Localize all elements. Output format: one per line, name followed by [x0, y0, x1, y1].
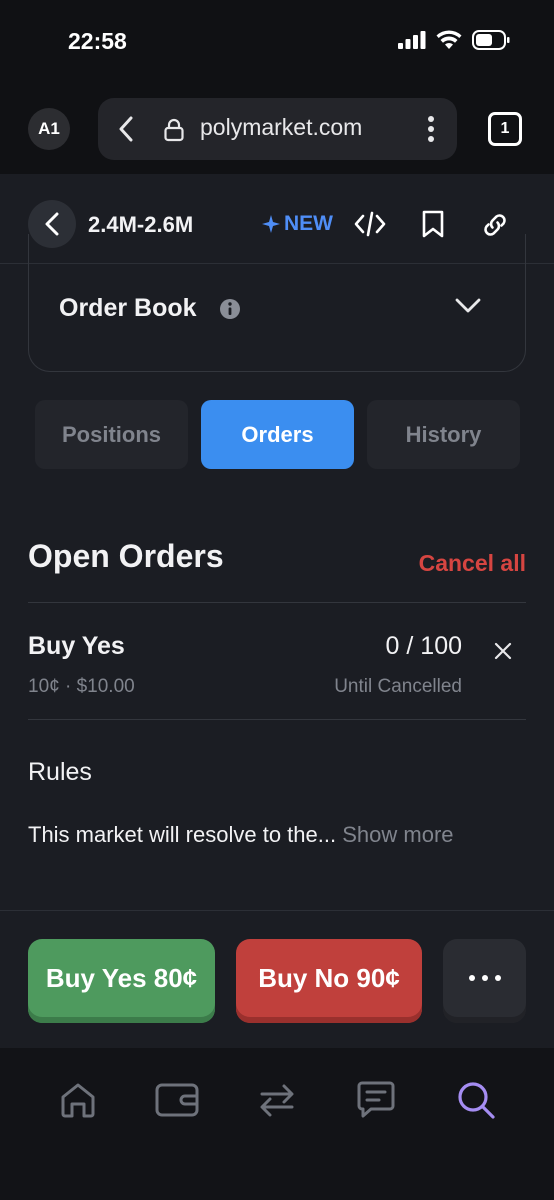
order-book-title: Order Book: [59, 294, 197, 322]
url-bar[interactable]: polymarket.com: [98, 98, 457, 160]
app-content: 2.4M-2.6M NEW Order Book Positions Order…: [0, 174, 554, 1048]
more-dot: [494, 975, 501, 981]
divider: [28, 719, 526, 720]
tab-history[interactable]: History: [367, 400, 520, 469]
rules-text: This market will resolve to the... Show …: [28, 822, 454, 848]
wallet-icon[interactable]: [155, 1080, 199, 1120]
sparkle-icon: [262, 215, 280, 233]
buy-no-button[interactable]: Buy No 90¢: [236, 939, 422, 1023]
more-dot: [468, 975, 475, 981]
more-dot: [481, 975, 488, 981]
rules-summary: This market will resolve to the...: [28, 822, 337, 847]
url-text[interactable]: polymarket.com: [200, 114, 362, 141]
status-icons: [398, 30, 510, 50]
open-orders-title: Open Orders: [28, 538, 224, 574]
new-label: NEW: [284, 212, 333, 235]
browser-toolbar: A1 polymarket.com 1: [0, 82, 554, 174]
chevron-down-icon[interactable]: [455, 298, 481, 314]
order-expiry: Until Cancelled: [334, 676, 462, 697]
bottom-nav: [0, 1048, 554, 1200]
lock-icon: [164, 118, 184, 142]
order-side: Buy Yes: [28, 632, 125, 660]
order-detail: 10¢ · $10.00: [28, 676, 135, 697]
rules-title: Rules: [28, 758, 92, 786]
tab-orders[interactable]: Orders: [201, 400, 354, 469]
divider: [28, 602, 526, 603]
swap-icon[interactable]: [258, 1080, 296, 1120]
new-badge[interactable]: NEW: [262, 212, 333, 236]
cancel-all-button[interactable]: Cancel all: [419, 550, 526, 577]
info-icon[interactable]: [219, 298, 241, 320]
tab-switcher-button[interactable]: 1: [488, 112, 522, 146]
wifi-icon: [436, 30, 462, 49]
order-fill: 0 / 100: [385, 632, 462, 660]
order-book-panel[interactable]: Order Book: [28, 234, 526, 372]
signal-icon: [398, 31, 426, 49]
show-more-link[interactable]: Show more: [342, 822, 453, 847]
chat-icon[interactable]: [355, 1080, 397, 1120]
more-vertical-icon[interactable]: [427, 116, 435, 142]
status-bar: 22:58: [0, 0, 554, 82]
battery-icon: [472, 30, 510, 50]
trade-bar: Buy Yes 80¢ Buy No 90¢: [0, 910, 554, 1048]
status-time: 22:58: [68, 28, 127, 54]
more-options-button[interactable]: [443, 939, 526, 1023]
search-icon[interactable]: [456, 1080, 496, 1120]
tab-positions[interactable]: Positions: [35, 400, 188, 469]
buy-yes-button[interactable]: Buy Yes 80¢: [28, 939, 215, 1023]
profile-avatar[interactable]: A1: [28, 108, 70, 150]
back-icon[interactable]: [118, 116, 134, 142]
home-icon[interactable]: [58, 1080, 98, 1120]
chevron-left-icon: [45, 212, 59, 236]
close-icon[interactable]: [494, 642, 512, 660]
